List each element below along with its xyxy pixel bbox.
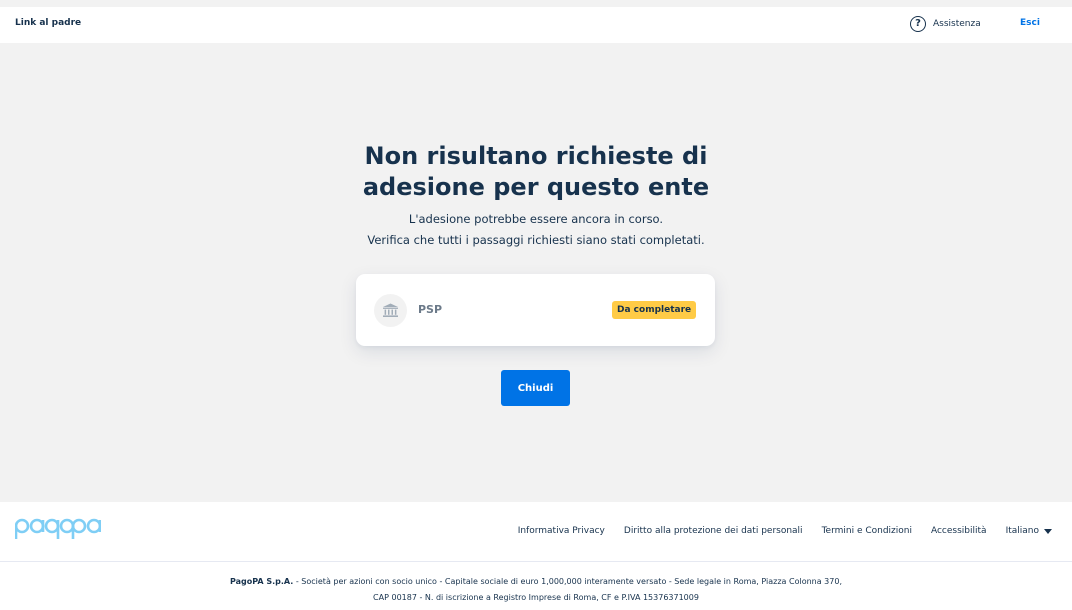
language-selector[interactable]: Italiano bbox=[1006, 526, 1052, 536]
close-button[interactable]: Chiudi bbox=[501, 370, 570, 406]
footer-link-terms[interactable]: Termini e Condizioni bbox=[822, 526, 912, 536]
institution-icon bbox=[374, 294, 407, 327]
page-title-line1: Non risultano richieste di bbox=[364, 142, 708, 170]
footer-top: Informativa Privacy Diritto alla protezi… bbox=[0, 502, 1072, 562]
footer-links: Informativa Privacy Diritto alla protezi… bbox=[518, 526, 1052, 536]
institution-icon-glyph bbox=[383, 303, 398, 317]
footer: Informativa Privacy Diritto alla protezi… bbox=[0, 502, 1072, 610]
legal-line2: CAP 00187 - N. di iscrizione a Registro … bbox=[373, 593, 699, 602]
pagopa-logo[interactable] bbox=[14, 517, 102, 545]
caret-down-icon bbox=[1044, 528, 1052, 534]
institution-name: PSP bbox=[418, 303, 443, 316]
logout-button[interactable]: Esci bbox=[1020, 18, 1040, 28]
top-strip bbox=[0, 0, 1072, 7]
footer-link-privacy[interactable]: Informativa Privacy bbox=[518, 526, 605, 536]
status-badge: Da completare bbox=[612, 301, 697, 319]
page-title: Non risultano richieste di adesione per … bbox=[286, 141, 786, 203]
institution-card: PSP Da completare bbox=[356, 274, 715, 346]
footer-link-data-protection[interactable]: Diritto alla protezione dei dati persona… bbox=[624, 526, 803, 536]
legal-info: PagoPA S.p.A. - Società per azioni con s… bbox=[0, 574, 1072, 606]
language-label: Italiano bbox=[1005, 526, 1039, 536]
pagopa-logo-icon bbox=[14, 518, 102, 539]
legal-text1: - Società per azioni con socio unico - C… bbox=[293, 577, 842, 586]
page-title-line2: adesione per questo ente bbox=[362, 173, 710, 201]
header: Link al padre ? Assistenza Esci bbox=[0, 7, 1072, 43]
legal-company: PagoPA S.p.A. bbox=[229, 577, 294, 586]
help-label: Assistenza bbox=[933, 19, 981, 29]
main-content: Non risultano richieste di adesione per … bbox=[0, 43, 1072, 502]
parent-link[interactable]: Link al padre bbox=[15, 18, 81, 28]
footer-link-accessibility[interactable]: Accessibilità bbox=[931, 526, 987, 536]
subtitle-line2: Verifica che tutti i passaggi richiesti … bbox=[367, 233, 705, 247]
help-button[interactable]: ? Assistenza bbox=[910, 16, 981, 32]
legal-line1: PagoPA S.p.A. - Società per azioni con s… bbox=[0, 574, 1072, 590]
question-circle-icon: ? bbox=[910, 16, 926, 32]
page-subtitle: L'adesione potrebbe essere ancora in cor… bbox=[286, 209, 786, 251]
subtitle-line1: L'adesione potrebbe essere ancora in cor… bbox=[408, 212, 664, 226]
